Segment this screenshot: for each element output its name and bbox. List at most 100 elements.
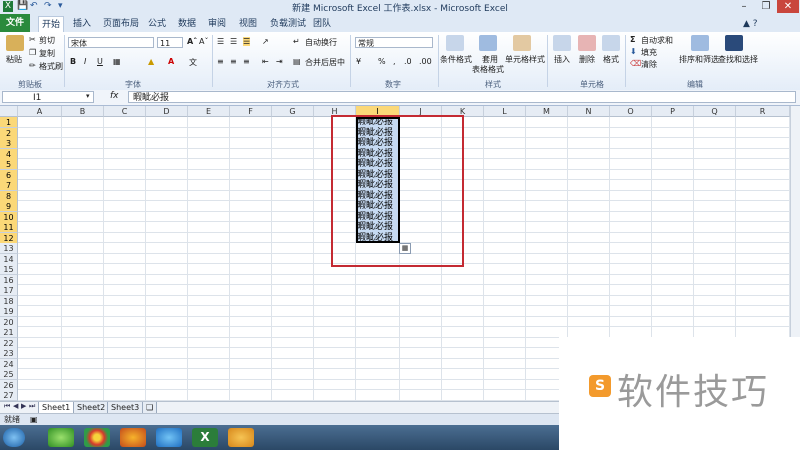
decrease-indent-icon[interactable]: ⇤	[262, 57, 269, 66]
increase-indent-icon[interactable]: ⇥	[276, 57, 283, 66]
font-name-select[interactable]: 宋体	[68, 37, 154, 48]
tab-home[interactable]: 开始	[38, 16, 65, 33]
insert-cells-icon[interactable]	[553, 35, 571, 51]
column-header-E[interactable]: E	[188, 106, 230, 117]
bold-icon[interactable]: B	[70, 57, 76, 66]
format-painter-button[interactable]: 格式刷	[39, 61, 63, 72]
last-sheet-icon[interactable]: ⏭	[29, 402, 35, 411]
clear-icon[interactable]: ⌫	[630, 59, 641, 68]
tab-insert[interactable]: 插入	[70, 16, 94, 32]
row-header-11[interactable]: 11	[0, 222, 18, 233]
row-header-17[interactable]: 17	[0, 285, 18, 296]
prev-sheet-icon[interactable]: ◀	[13, 402, 18, 410]
column-header-B[interactable]: B	[62, 106, 104, 117]
row-header-26[interactable]: 26	[0, 379, 18, 391]
row-header-12[interactable]: 12	[0, 232, 18, 244]
delete-cells-button[interactable]: 删除	[579, 54, 595, 65]
percent-icon[interactable]: %	[378, 57, 386, 66]
row-header-9[interactable]: 9	[0, 201, 18, 212]
paste-icon[interactable]	[6, 35, 24, 51]
increase-decimal-icon[interactable]: .0	[404, 57, 412, 66]
next-sheet-icon[interactable]: ▶	[21, 402, 26, 410]
align-middle-icon[interactable]: ☰	[230, 37, 237, 46]
tab-load-test[interactable]: 负载测试	[267, 16, 309, 32]
wrap-text-icon[interactable]: ↵	[293, 37, 300, 46]
fill-icon[interactable]: ⬇	[630, 47, 637, 56]
find-select-icon[interactable]	[725, 35, 743, 51]
format-cells-button[interactable]: 格式	[603, 54, 619, 65]
cell-styles-icon[interactable]	[513, 35, 531, 51]
column-header-P[interactable]: P	[652, 106, 694, 117]
name-box[interactable]: I1	[2, 91, 94, 103]
row-header-6[interactable]: 6	[0, 169, 18, 181]
excel-taskbar-icon[interactable]: X	[192, 428, 218, 447]
chrome-icon[interactable]	[84, 428, 110, 447]
first-sheet-icon[interactable]: ⏮	[4, 402, 10, 411]
fill-button[interactable]: 填充	[641, 47, 657, 58]
row-header-5[interactable]: 5	[0, 159, 18, 170]
cell-styles-button[interactable]: 单元格样式	[505, 54, 545, 65]
row-header-10[interactable]: 10	[0, 211, 18, 223]
row-header-23[interactable]: 23	[0, 348, 18, 359]
insert-function-icon[interactable]: fx	[110, 91, 119, 101]
shrink-font-icon[interactable]: Aˇ	[199, 37, 208, 46]
sort-filter-icon[interactable]	[691, 35, 709, 51]
row-header-15[interactable]: 15	[0, 264, 18, 275]
grow-font-icon[interactable]: Aˆ	[187, 37, 197, 46]
ie-icon[interactable]	[156, 428, 182, 447]
wrap-text-button[interactable]: 自动换行	[305, 37, 337, 48]
row-header-16[interactable]: 16	[0, 274, 18, 286]
formula-input[interactable]: 暇眦必报	[128, 91, 796, 103]
underline-icon[interactable]: U	[97, 57, 103, 66]
phonetic-icon[interactable]: 文	[189, 57, 197, 68]
fill-color-icon[interactable]: ▲	[148, 57, 154, 66]
insert-cells-button[interactable]: 插入	[554, 54, 570, 65]
clear-button[interactable]: 清除	[641, 59, 657, 70]
column-header-C[interactable]: C	[104, 106, 146, 117]
tab-page-layout[interactable]: 页面布局	[100, 16, 142, 32]
conditional-format-icon[interactable]	[446, 35, 464, 51]
tab-review[interactable]: 审阅	[205, 16, 229, 32]
tab-team[interactable]: 团队	[310, 16, 334, 32]
copy-button[interactable]: 复制	[39, 48, 55, 59]
start-button-icon[interactable]	[3, 428, 25, 447]
align-left-icon[interactable]: ≡	[217, 57, 224, 66]
autosum-button[interactable]: 自动求和	[641, 35, 673, 46]
column-header-A[interactable]: A	[18, 106, 62, 117]
orientation-icon[interactable]: ↗	[262, 37, 269, 46]
merge-center-icon[interactable]: ▤	[293, 57, 301, 66]
row-header-21[interactable]: 21	[0, 327, 18, 338]
decrease-decimal-icon[interactable]: .00	[419, 57, 432, 66]
currency-icon[interactable]: ¥	[356, 57, 361, 66]
tab-formulas[interactable]: 公式	[145, 16, 169, 32]
close-icon[interactable]: ✕	[777, 0, 799, 13]
paste-button[interactable]: 粘贴	[6, 54, 22, 65]
column-header-L[interactable]: L	[484, 106, 526, 117]
tab-data[interactable]: 数据	[175, 16, 199, 32]
row-header-25[interactable]: 25	[0, 369, 18, 380]
column-header-F[interactable]: F	[230, 106, 272, 117]
format-cells-icon[interactable]	[602, 35, 620, 51]
merge-center-button[interactable]: 合并后居中	[305, 57, 345, 68]
restore-icon[interactable]: ❐	[755, 0, 777, 13]
cut-icon[interactable]: ✂	[29, 35, 36, 44]
number-format-select[interactable]: 常规	[355, 37, 433, 48]
app-orange-icon[interactable]	[228, 428, 254, 447]
row-header-27[interactable]: 27	[0, 390, 18, 401]
row-header-24[interactable]: 24	[0, 358, 18, 370]
cut-button[interactable]: 剪切	[39, 35, 55, 46]
column-header-N[interactable]: N	[568, 106, 610, 117]
column-header-D[interactable]: D	[146, 106, 188, 117]
row-header-14[interactable]: 14	[0, 253, 18, 265]
font-color-icon[interactable]: A	[168, 57, 174, 66]
minimize-icon[interactable]: –	[733, 0, 755, 13]
format-painter-icon[interactable]: ✏	[29, 61, 36, 70]
align-right-icon[interactable]: ≡	[243, 57, 250, 66]
align-center-icon[interactable]: ≡	[230, 57, 237, 66]
italic-icon[interactable]: I	[84, 57, 86, 66]
sort-filter-button[interactable]: 排序和筛选	[679, 54, 719, 65]
firefox-icon[interactable]	[120, 428, 146, 447]
find-select-button[interactable]: 查找和选择	[718, 54, 758, 65]
comma-icon[interactable]: ,	[393, 57, 396, 66]
row-header-8[interactable]: 8	[0, 190, 18, 202]
